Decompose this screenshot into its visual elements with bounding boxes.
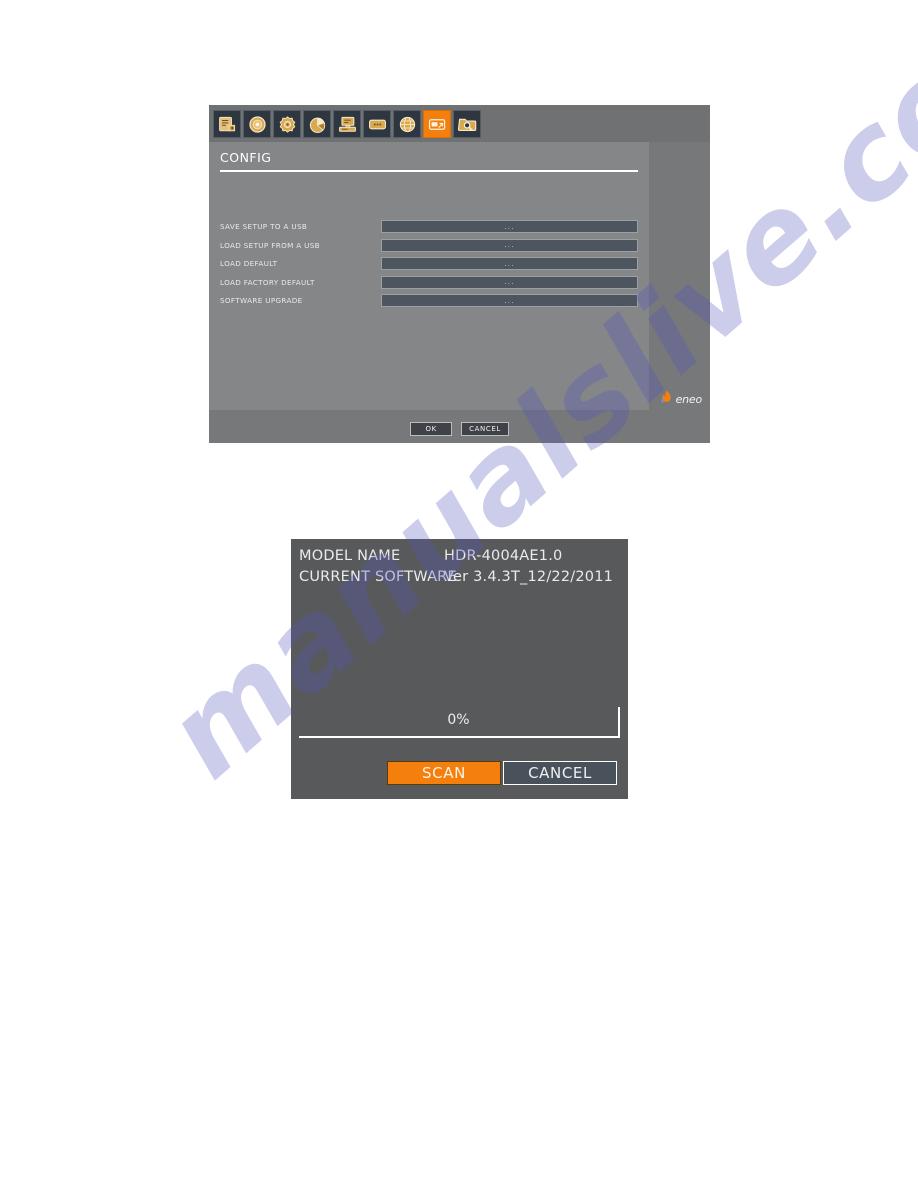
globe-icon: [398, 115, 417, 134]
brand-logo: eneo: [660, 390, 702, 409]
setting-value-software-upgrade[interactable]: ...: [381, 294, 638, 307]
dialog-footer: OK CANCEL: [209, 415, 710, 443]
sidebar-item-record[interactable]: [243, 110, 271, 138]
config-export-icon: [428, 115, 447, 134]
monitor-icon: [338, 115, 357, 134]
current-software-label: CURRENT SOFTWARE: [299, 569, 457, 585]
scan-button[interactable]: SCAN: [387, 761, 501, 785]
ok-button[interactable]: OK: [410, 422, 453, 436]
setting-label-load-setup-from-usb: LOAD SETUP FROM A USB: [220, 240, 320, 250]
list-item: LOAD DEFAULT ...: [220, 257, 638, 270]
list-item: SOFTWARE UPGRADE ...: [220, 294, 638, 307]
current-software-row: CURRENT SOFTWARE Ver 3.4.3T_12/22/2011: [299, 569, 620, 585]
gear-camera-icon: [278, 115, 297, 134]
setup-menu-tabbar: [209, 105, 710, 142]
eneo-flame-icon: [660, 390, 673, 409]
setting-value-load-setup-from-usb[interactable]: ...: [381, 238, 638, 252]
setting-value-save-setup-to-usb[interactable]: ...: [381, 220, 638, 233]
config-setup-window: CONFIG SAVE SETUP TO A USB ... LOAD SETU…: [209, 105, 710, 443]
pie-chart-disk-icon: [308, 115, 327, 134]
config-settings-list: SAVE SETUP TO A USB ... LOAD SETUP FROM …: [220, 220, 638, 313]
sidebar-item-event[interactable]: [363, 110, 391, 138]
sidebar-item-network[interactable]: [393, 110, 421, 138]
page-title: CONFIG: [220, 150, 272, 165]
upgrade-progress-bar: 0%: [299, 707, 620, 738]
model-name-value: HDR-4004AE1.0: [444, 548, 563, 564]
setting-label-load-factory-default: LOAD FACTORY DEFAULT: [220, 277, 315, 287]
current-software-value: Ver 3.4.3T_12/22/2011: [444, 569, 614, 585]
model-name-row: MODEL NAME HDR-4004AE1.0: [299, 548, 620, 564]
tab-list: [213, 110, 481, 138]
setting-label-software-upgrade: SOFTWARE UPGRADE: [220, 296, 303, 305]
brand-name: eneo: [675, 393, 703, 406]
sidebar-item-display[interactable]: [333, 110, 361, 138]
sidebar-item-search[interactable]: [453, 110, 481, 138]
list-item: SAVE SETUP TO A USB ...: [220, 220, 638, 233]
sidebar-item-config[interactable]: [423, 110, 451, 138]
progress-percent-label: 0%: [447, 712, 470, 728]
cancel-button[interactable]: CANCEL: [503, 761, 617, 785]
record-disc-icon: [248, 115, 267, 134]
list-item: LOAD SETUP FROM A USB ...: [220, 238, 638, 252]
title-divider: [220, 170, 638, 172]
list-item: LOAD FACTORY DEFAULT ...: [220, 275, 638, 289]
setting-label-load-default: LOAD DEFAULT: [220, 259, 278, 268]
sidebar-item-device[interactable]: [273, 110, 301, 138]
sidebar-item-disk[interactable]: [303, 110, 331, 138]
setting-value-load-default[interactable]: ...: [381, 257, 638, 270]
software-upgrade-dialog: MODEL NAME HDR-4004AE1.0 CURRENT SOFTWAR…: [291, 539, 628, 799]
document-settings-icon: [218, 115, 237, 134]
setting-label-save-setup-to-usb: SAVE SETUP TO A USB: [220, 222, 308, 231]
sidebar-item-system[interactable]: [213, 110, 241, 138]
upgrade-dialog-buttons: SCAN CANCEL: [387, 761, 617, 785]
cancel-button[interactable]: CANCEL: [461, 422, 509, 436]
setting-value-load-factory-default[interactable]: ...: [381, 275, 638, 289]
folder-search-icon: [457, 115, 477, 134]
device-info-block: MODEL NAME HDR-4004AE1.0 CURRENT SOFTWAR…: [299, 548, 620, 590]
config-panel: CONFIG SAVE SETUP TO A USB ... LOAD SETU…: [209, 142, 649, 410]
card-icon: [368, 115, 387, 134]
model-name-label: MODEL NAME: [299, 548, 401, 564]
